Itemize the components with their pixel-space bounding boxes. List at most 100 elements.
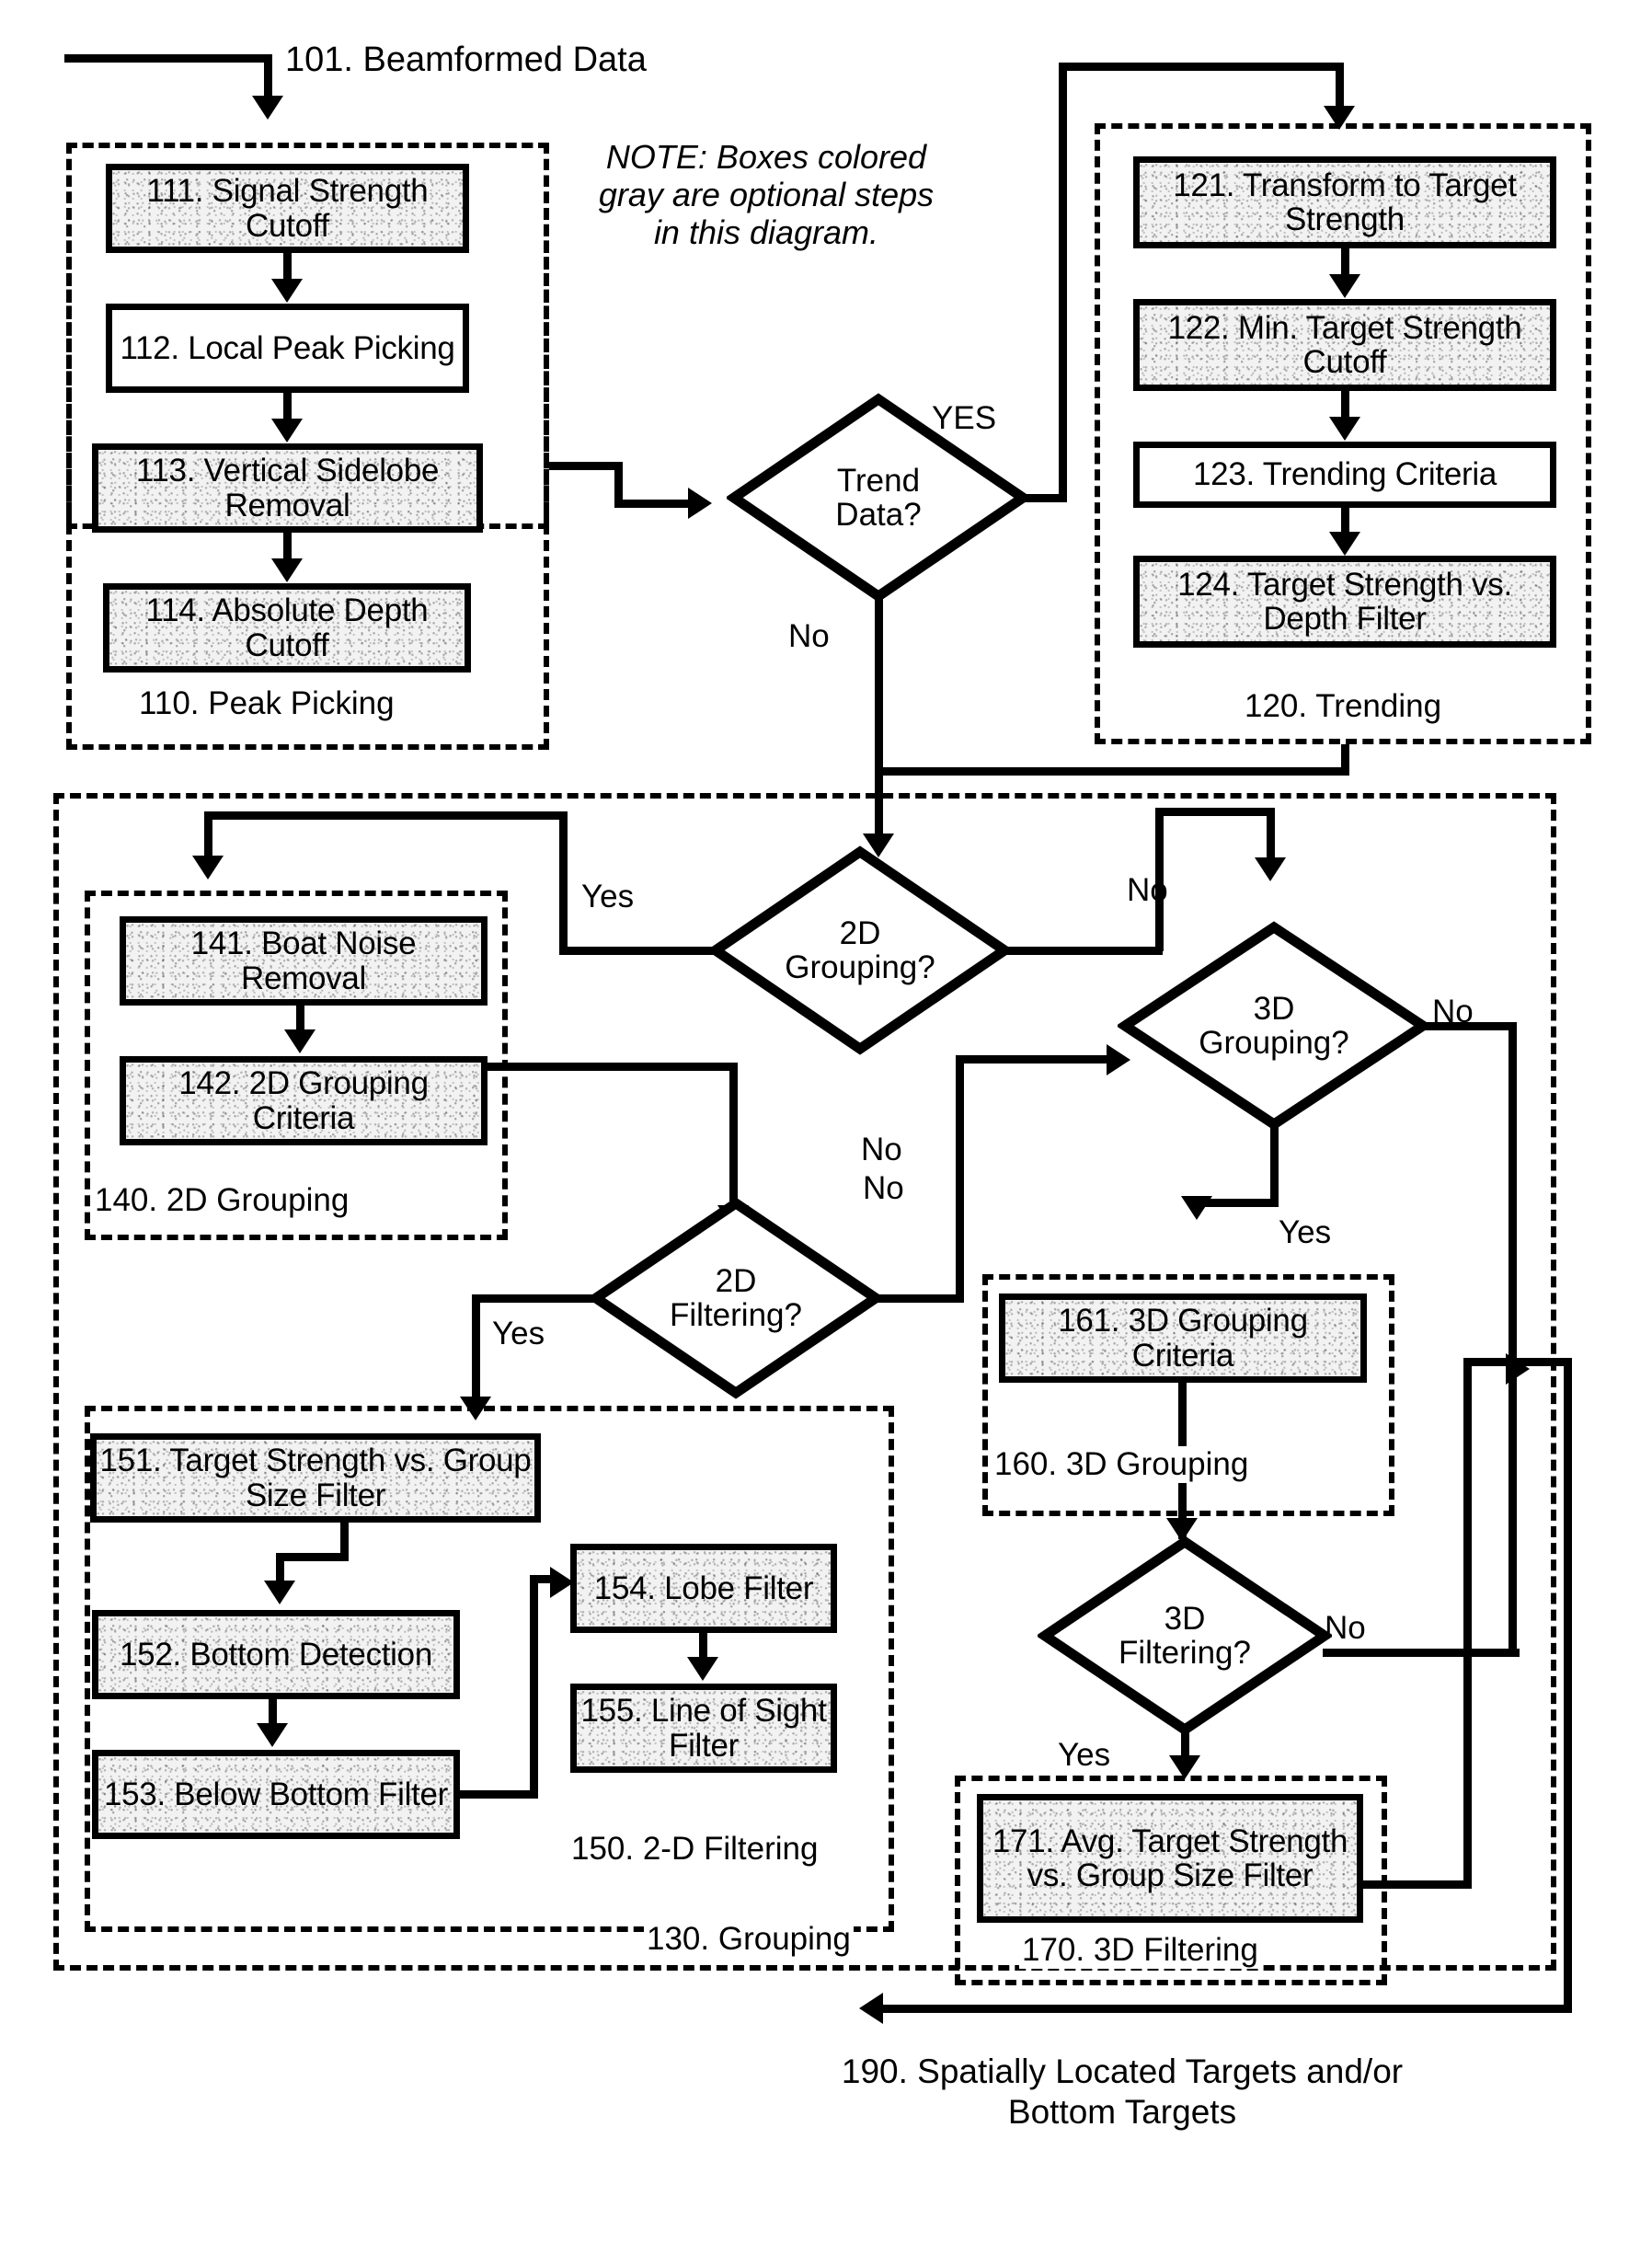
- box-113-label: 113. Vertical Sidelobe Removal: [135, 453, 440, 523]
- edge-120-out-h: [875, 767, 1349, 776]
- box-153-label: 153. Below Bottom Filter: [103, 1776, 449, 1812]
- group-label-170: 170. 3D Filtering: [1019, 1932, 1261, 1969]
- edge-to-140-h: [204, 811, 559, 820]
- box-155-label: 155. Line of Sight Filter: [580, 1693, 827, 1764]
- edge-f3d-no-v: [1509, 1364, 1517, 1650]
- box-155-line-of-sight-filter[interactable]: 155. Line of Sight Filter: [570, 1684, 837, 1773]
- arrowhead-f2d-yes: [460, 1397, 491, 1420]
- box-152-label: 152. Bottom Detection: [119, 1636, 432, 1673]
- arrowhead-152-153: [257, 1723, 288, 1747]
- group-label-160: 160. 3D Grouping: [992, 1446, 1252, 1483]
- box-114-label: 114. Absolute Depth Cutoff: [145, 592, 429, 663]
- box-171-label: 171. Avg. Target Strength vs. Group Size…: [992, 1822, 1348, 1893]
- edge-g2d-no-down: [1267, 808, 1275, 865]
- group-label-130: 130. Grouping: [644, 1921, 854, 1958]
- rail-right-v: [1564, 1358, 1572, 2013]
- group-label-110: 110. Peak Picking: [136, 685, 397, 722]
- edge-g3d-yes-v: [1270, 1126, 1279, 1205]
- edge-label-f2d-no: No: [863, 1170, 904, 1206]
- box-124-label: 124. Target Strength vs. Depth Filter: [1177, 566, 1512, 637]
- edge-g2d-yes-v: [559, 811, 568, 951]
- box-151-label: 151. Target Strength vs. Group Size Filt…: [99, 1443, 532, 1513]
- box-142-2d-grouping-criteria[interactable]: 142. 2D Grouping Criteria: [120, 1056, 488, 1145]
- edge-171-rail-v: [1463, 1362, 1472, 1888]
- edge-label-trend-yes: YES: [932, 400, 997, 436]
- edge-153-154-h: [460, 1790, 538, 1799]
- box-154-lobe-filter[interactable]: 154. Lobe Filter: [570, 1544, 837, 1633]
- edge-trend-in-h: [614, 500, 697, 508]
- arrowhead-141-142: [284, 1029, 315, 1053]
- edge-142-out-v: [729, 1063, 738, 1212]
- output-label-190: 190. Spatially Located Targets and/or Bo…: [841, 2052, 1404, 2131]
- box-141-boat-noise-removal[interactable]: 141. Boat Noise Removal: [120, 916, 488, 1006]
- box-111-signal-strength-cutoff[interactable]: 111. Signal Strength Cutoff: [106, 164, 469, 253]
- box-113-vertical-sidelobe-removal[interactable]: 113. Vertical Sidelobe Removal: [92, 443, 483, 533]
- edge-f2d-no-h: [874, 1294, 964, 1303]
- decision-3d-filtering[interactable]: 3D Filtering?: [1038, 1535, 1332, 1737]
- box-123-label: 123. Trending Criteria: [1193, 456, 1497, 493]
- edge-trend-yes-v: [1059, 63, 1067, 502]
- input-line-vertical: [264, 54, 272, 100]
- arrowhead-into-140: [192, 856, 224, 880]
- arrowhead-into-g3d: [1255, 857, 1286, 881]
- input-label-101: 101. Beamformed Data: [285, 40, 647, 79]
- box-123-trending-criteria[interactable]: 123. Trending Criteria: [1133, 442, 1556, 508]
- box-122-label: 122. Min. Target Strength Cutoff: [1167, 309, 1522, 380]
- group-label-140: 140. 2D Grouping: [92, 1182, 352, 1219]
- edge-f3d-no-h: [1323, 1649, 1520, 1657]
- arrowhead-122-123: [1329, 417, 1360, 441]
- arrowhead-output: [859, 1993, 883, 2024]
- decision-2d-grouping[interactable]: 2D Grouping?: [708, 845, 1012, 1056]
- edge-f2d-no-top: [956, 1055, 1119, 1064]
- box-161-3d-grouping-criteria[interactable]: 161. 3D Grouping Criteria: [999, 1293, 1367, 1383]
- edge-171-rail-h: [1363, 1880, 1472, 1889]
- edge-110-out-h1: [549, 462, 623, 470]
- edge-g2d-yes-h: [559, 947, 717, 955]
- edge-trend-yes-top-h: [1059, 63, 1344, 71]
- box-161-label: 161. 3D Grouping Criteria: [1058, 1303, 1308, 1374]
- rail-bottom-h: [883, 2005, 1572, 2013]
- arrowhead-into-trend: [688, 488, 712, 519]
- edge-153-154-v: [530, 1575, 538, 1799]
- edge-f2d-no-v: [956, 1055, 964, 1302]
- edge-label-g2d-no: No: [861, 1132, 902, 1167]
- arrowhead-g3d-yes: [1181, 1196, 1212, 1220]
- edge-f2d-yes-v: [472, 1294, 480, 1403]
- box-112-local-peak-picking[interactable]: 112. Local Peak Picking: [106, 304, 469, 393]
- edge-trend-no-v: [875, 598, 883, 839]
- edge-label-g3d-no: No: [1432, 994, 1474, 1029]
- arrowhead-into-trending: [1324, 106, 1355, 130]
- box-151-target-strength-vs-group-size-filter[interactable]: 151. Target Strength vs. Group Size Filt…: [90, 1433, 541, 1523]
- arrowhead-151-152: [264, 1581, 295, 1604]
- box-153-below-bottom-filter[interactable]: 153. Below Bottom Filter: [92, 1750, 460, 1839]
- arrowhead-f3d-yes: [1169, 1755, 1200, 1779]
- decision-3d-grouping[interactable]: 3D Grouping?: [1118, 920, 1430, 1132]
- diagram-note: NOTE: Boxes colored gray are optional st…: [598, 138, 935, 252]
- box-112-label: 112. Local Peak Picking: [120, 329, 455, 366]
- edge-label-g3d-yes: Yes: [1279, 1214, 1332, 1250]
- input-arrowhead: [252, 96, 283, 120]
- edge-label-g2d-no-upper: No: [1127, 872, 1168, 908]
- arrowhead-112-113: [271, 419, 303, 443]
- box-171-avg-target-strength-vs-group-size-filter[interactable]: 171. Avg. Target Strength vs. Group Size…: [977, 1794, 1363, 1923]
- box-121-transform-to-target-strength[interactable]: 121. Transform to Target Strength: [1133, 156, 1556, 248]
- box-152-bottom-detection[interactable]: 152. Bottom Detection: [92, 1610, 460, 1699]
- arrowhead-123-124: [1329, 532, 1360, 556]
- box-141-label: 141. Boat Noise Removal: [190, 926, 417, 996]
- arrowhead-g3dno-rail: [1506, 1353, 1530, 1385]
- box-154-label: 154. Lobe Filter: [593, 1569, 814, 1606]
- box-114-absolute-depth-cutoff[interactable]: 114. Absolute Depth Cutoff: [103, 583, 471, 673]
- box-111-label: 111. Signal Strength Cutoff: [146, 173, 429, 244]
- edge-151-152-h: [276, 1553, 349, 1561]
- arrowhead-154-155: [687, 1657, 718, 1681]
- box-122-min-target-strength-cutoff[interactable]: 122. Min. Target Strength Cutoff: [1133, 299, 1556, 391]
- edge-label-g2d-yes: Yes: [581, 879, 635, 914]
- edge-label-f2d-yes: Yes: [492, 1316, 545, 1351]
- group-label-150: 150. 2-D Filtering: [568, 1831, 821, 1868]
- edge-g2d-no-top: [1155, 808, 1275, 816]
- decision-2d-filtering[interactable]: 2D Filtering?: [589, 1196, 883, 1400]
- box-124-target-strength-vs-depth-filter[interactable]: 124. Target Strength vs. Depth Filter: [1133, 556, 1556, 648]
- edge-label-f3d-yes: Yes: [1058, 1737, 1111, 1773]
- arrowhead-121-122: [1329, 274, 1360, 298]
- input-line-horizontal: [64, 54, 272, 63]
